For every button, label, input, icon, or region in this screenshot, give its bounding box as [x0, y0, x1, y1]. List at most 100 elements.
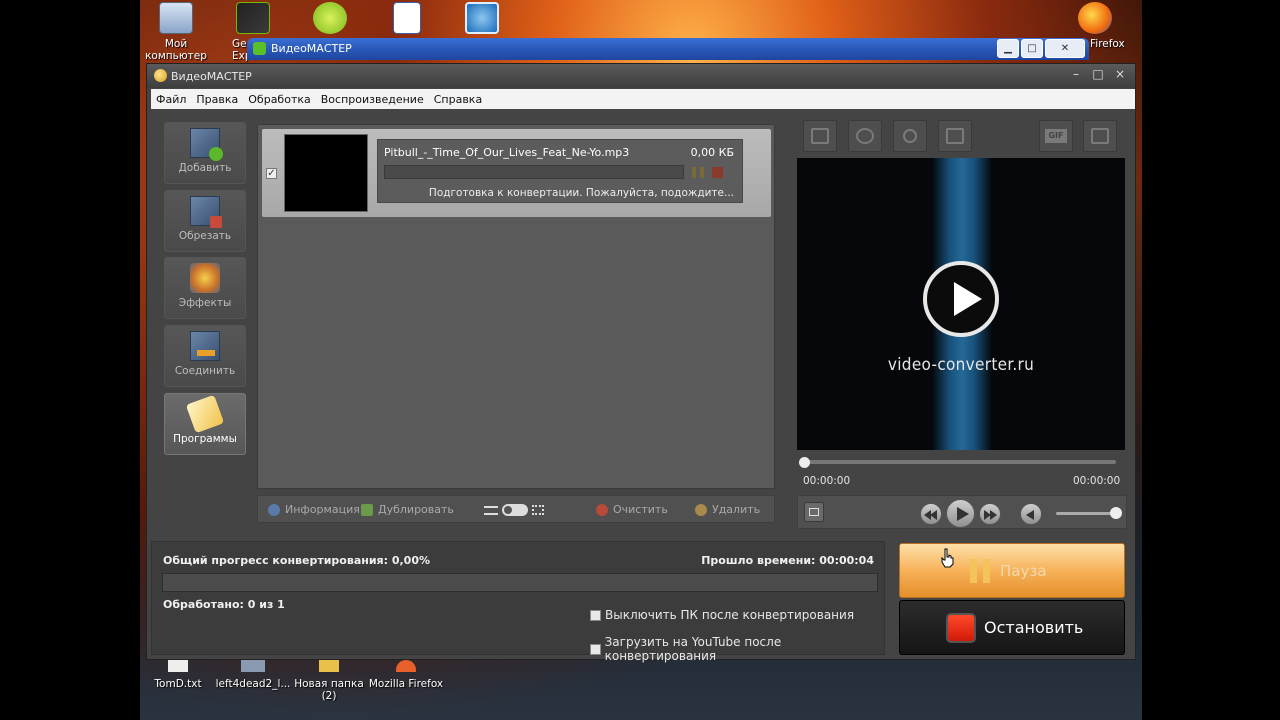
background-window-titlebar[interactable]: ВидеоМАСТЕР ▁ □ ✕ [247, 38, 1089, 60]
add-button[interactable]: Добавить [164, 122, 246, 184]
info-button[interactable]: Информация [268, 503, 360, 516]
menu-edit[interactable]: Правка [196, 93, 238, 106]
app-window: ВидеоМАСТЕР – □ × Файл Правка Обработка … [146, 63, 1136, 663]
film-join-icon [190, 331, 220, 361]
file-size: 0,00 КБ [690, 146, 734, 159]
word-document-icon [393, 2, 421, 34]
clear-button[interactable]: Очистить [596, 503, 668, 516]
view-toggle[interactable] [484, 504, 544, 516]
pause-button-label: Пауза [1000, 562, 1047, 580]
file-status: Подготовка к конвертации. Пожалуйста, по… [428, 187, 734, 199]
hand-cursor-icon [941, 548, 954, 568]
programs-button-label: Программы [173, 433, 237, 445]
file-icon [241, 660, 265, 672]
effects-icon [190, 263, 220, 293]
brightness-button[interactable] [893, 120, 927, 152]
brightness-icon [903, 129, 917, 143]
close-button[interactable]: × [1111, 67, 1129, 81]
youtube-checkbox[interactable] [590, 643, 601, 655]
pause-icon [970, 559, 990, 583]
maximize-button[interactable]: □ [1021, 39, 1043, 58]
stop-button[interactable]: Остановить [899, 600, 1125, 655]
stop-file-icon[interactable] [712, 167, 723, 178]
frame-button[interactable] [938, 120, 972, 152]
programs-button[interactable]: Программы [164, 393, 246, 455]
maximize-button[interactable]: □ [1089, 67, 1107, 81]
crop-button[interactable] [803, 120, 837, 152]
desktop-icon-my-computer[interactable]: Мой компьютер [138, 2, 214, 62]
duplicate-icon [361, 503, 373, 516]
speedometer-icon [465, 2, 499, 34]
overall-progress-bar [162, 573, 878, 592]
stop-button-label: Остановить [984, 618, 1084, 637]
previous-button[interactable] [920, 503, 942, 525]
desktop-icon-tomd[interactable]: TomD.txt [150, 660, 206, 690]
close-button[interactable]: ✕ [1045, 39, 1085, 58]
firefox-icon [396, 660, 416, 672]
shutdown-option[interactable]: Выключить ПК после конвертирования [590, 608, 854, 622]
youtube-option[interactable]: Загрузить на YouTube после конвертирован… [590, 635, 884, 663]
film-add-icon [190, 128, 223, 161]
volume-knob[interactable] [1110, 507, 1122, 519]
menu-playback[interactable]: Воспроизведение [321, 93, 424, 106]
image-icon [809, 508, 819, 516]
menu-file[interactable]: Файл [156, 93, 186, 106]
shutdown-checkbox[interactable] [590, 609, 601, 621]
volume-slider[interactable] [1056, 512, 1116, 515]
shutdown-option-label: Выключить ПК после конвертирования [605, 608, 855, 622]
list-view-icon[interactable] [484, 505, 498, 515]
grid-view-icon[interactable] [532, 505, 544, 515]
effects-button[interactable]: Эффекты [164, 257, 246, 319]
desktop-icon-left4dead2[interactable]: left4dead2_l... [214, 660, 292, 690]
play-button[interactable] [946, 499, 975, 528]
preview-brand-text: video-converter.ru [887, 355, 1035, 375]
file-checkbox[interactable]: ✓ [266, 168, 277, 179]
app-icon [253, 42, 266, 55]
preview-play-button[interactable] [923, 261, 999, 337]
rotate-icon [856, 128, 874, 144]
desktop-icon-app-blue[interactable] [444, 2, 520, 38]
desktop-icon-mozilla-firefox[interactable]: Mozilla Firefox [368, 660, 444, 690]
elapsed-time-label: Прошло времени: 00:00:04 [701, 554, 874, 567]
screen: Мой компьютер Ge Expe Firefox ВидеоМАСТЕ… [0, 0, 1280, 720]
seek-knob[interactable] [799, 457, 810, 468]
add-button-label: Добавить [178, 162, 232, 174]
play-icon [957, 507, 969, 521]
next-button[interactable] [979, 503, 1001, 525]
pause-button[interactable]: Пауза [899, 543, 1125, 598]
menu-help[interactable]: Справка [434, 93, 482, 106]
trim-button-label: Обрезать [178, 230, 232, 242]
desktop-icon-label: Mozilla Firefox [368, 678, 444, 690]
join-button[interactable]: Соединить [164, 325, 246, 387]
rotate-button[interactable] [848, 120, 882, 152]
volume-button[interactable] [1020, 503, 1042, 525]
list-item[interactable]: ✓ Pitbull_-_Time_Of_Our_Lives_Feat_Ne-Yo… [262, 129, 771, 217]
pause-file-icon[interactable] [692, 167, 704, 178]
app-titlebar[interactable]: ВидеоМАСТЕР – □ × [147, 64, 1135, 88]
desktop-icon-new-folder[interactable]: Новая папка (2) [294, 660, 364, 702]
gif-button[interactable]: GIF [1039, 120, 1073, 152]
snapshot-button[interactable] [804, 502, 824, 522]
folder-icon [319, 660, 339, 672]
fullscreen-button[interactable] [1083, 120, 1117, 152]
firefox-icon [1078, 2, 1112, 34]
seek-bar[interactable] [802, 460, 1116, 464]
menu-bar: Файл Правка Обработка Воспроизведение Сп… [151, 89, 1135, 109]
duplicate-button[interactable]: Дублировать [361, 503, 454, 516]
video-preview[interactable]: video-converter.ru [797, 158, 1125, 450]
effects-button-label: Эффекты [178, 297, 232, 309]
file-list[interactable]: ✓ Pitbull_-_Time_Of_Our_Lives_Feat_Ne-Yo… [257, 124, 775, 489]
plus-circle-icon [313, 2, 347, 34]
toggle-switch[interactable] [502, 504, 528, 516]
gif-icon: GIF [1045, 129, 1067, 143]
minimize-button[interactable]: – [1067, 67, 1085, 81]
trim-button[interactable]: Обрезать [164, 190, 246, 252]
desktop-icon-app-green[interactable] [292, 2, 368, 38]
menu-process[interactable]: Обработка [248, 93, 310, 106]
minimize-button[interactable]: ▁ [997, 39, 1019, 58]
geforce-icon [236, 2, 270, 34]
desktop-icon-word[interactable] [369, 2, 445, 38]
duplicate-label: Дублировать [378, 503, 454, 516]
speaker-icon [1026, 510, 1034, 520]
delete-button[interactable]: Удалить [695, 503, 760, 516]
